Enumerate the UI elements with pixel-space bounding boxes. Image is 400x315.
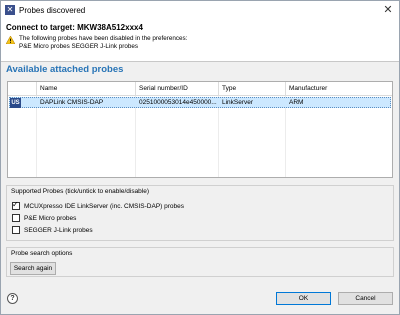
- column-header-serial[interactable]: Serial number/ID: [136, 82, 219, 96]
- warning-message: The following probes have been disabled …: [6, 35, 187, 51]
- column-divider: [135, 96, 136, 177]
- title-bar: ✕ Probes discovered ✕: [1, 1, 399, 19]
- help-icon[interactable]: ?: [7, 293, 18, 304]
- supported-probes-group: Supported Probes (tick/untick to enable/…: [6, 185, 394, 241]
- checkbox-label: MCUXpresso IDE LinkServer (inc. CMSIS-DA…: [24, 202, 185, 210]
- column-header-icon: [8, 82, 37, 96]
- column-header-manufacturer[interactable]: Manufacturer: [286, 82, 392, 96]
- cancel-button[interactable]: Cancel: [338, 292, 393, 305]
- section-title: Available attached probes: [6, 64, 124, 75]
- checkbox[interactable]: [12, 226, 20, 234]
- warning-icon: [6, 36, 15, 44]
- probe-serial: 0251000053014e450000...: [139, 99, 217, 106]
- dialog-header: Connect to target: MKW38A512xxx4 The fol…: [1, 19, 399, 61]
- column-header-type[interactable]: Type: [219, 82, 286, 96]
- checkbox[interactable]: [12, 214, 20, 222]
- checkbox-segger[interactable]: SEGGER J-Link probes: [12, 226, 93, 234]
- checkmark-icon: ✓: [12, 200, 19, 209]
- search-again-button[interactable]: Search again: [10, 262, 56, 275]
- column-divider: [36, 96, 37, 177]
- table-row[interactable]: US DAPLink CMSIS-DAP 0251000053014e45000…: [9, 97, 391, 108]
- app-icon: ✕: [5, 5, 15, 15]
- probe-search-label: Probe search options: [11, 250, 73, 257]
- header-divider: [1, 61, 399, 62]
- checkbox-pe-micro[interactable]: P&E Micro probes: [12, 214, 76, 222]
- supported-probes-label: Supported Probes (tick/untick to enable/…: [11, 188, 150, 195]
- connect-target-title: Connect to target: MKW38A512xxx4: [6, 23, 143, 32]
- close-icon[interactable]: ✕: [381, 3, 395, 17]
- checkbox-linkserver[interactable]: ✓ MCUXpresso IDE LinkServer (inc. CMSIS-…: [12, 200, 185, 210]
- probes-table[interactable]: Name Serial number/ID Type Manufacturer …: [7, 81, 393, 178]
- column-divider: [285, 96, 286, 177]
- probe-type: LinkServer: [222, 99, 254, 106]
- probe-icon: US: [10, 98, 21, 108]
- column-header-name[interactable]: Name: [37, 82, 136, 96]
- window-title: Probes discovered: [19, 5, 86, 15]
- column-divider: [218, 96, 219, 177]
- warning-line-2: P&E Micro probes SEGGER J-Link probes: [19, 43, 138, 50]
- probe-name: DAPLink CMSIS-DAP: [40, 99, 104, 106]
- table-header: Name Serial number/ID Type Manufacturer: [8, 82, 392, 96]
- checkbox-label: P&E Micro probes: [24, 214, 77, 222]
- checkbox[interactable]: ✓: [12, 200, 20, 210]
- probe-manufacturer: ARM: [289, 99, 304, 106]
- ok-button[interactable]: OK: [276, 292, 331, 305]
- checkbox-label: SEGGER J-Link probes: [24, 226, 93, 234]
- probe-search-group: Probe search options Search again: [6, 247, 394, 277]
- probes-dialog: ✕ Probes discovered ✕ Connect to target:…: [0, 0, 400, 315]
- warning-line-1: The following probes have been disabled …: [19, 35, 188, 42]
